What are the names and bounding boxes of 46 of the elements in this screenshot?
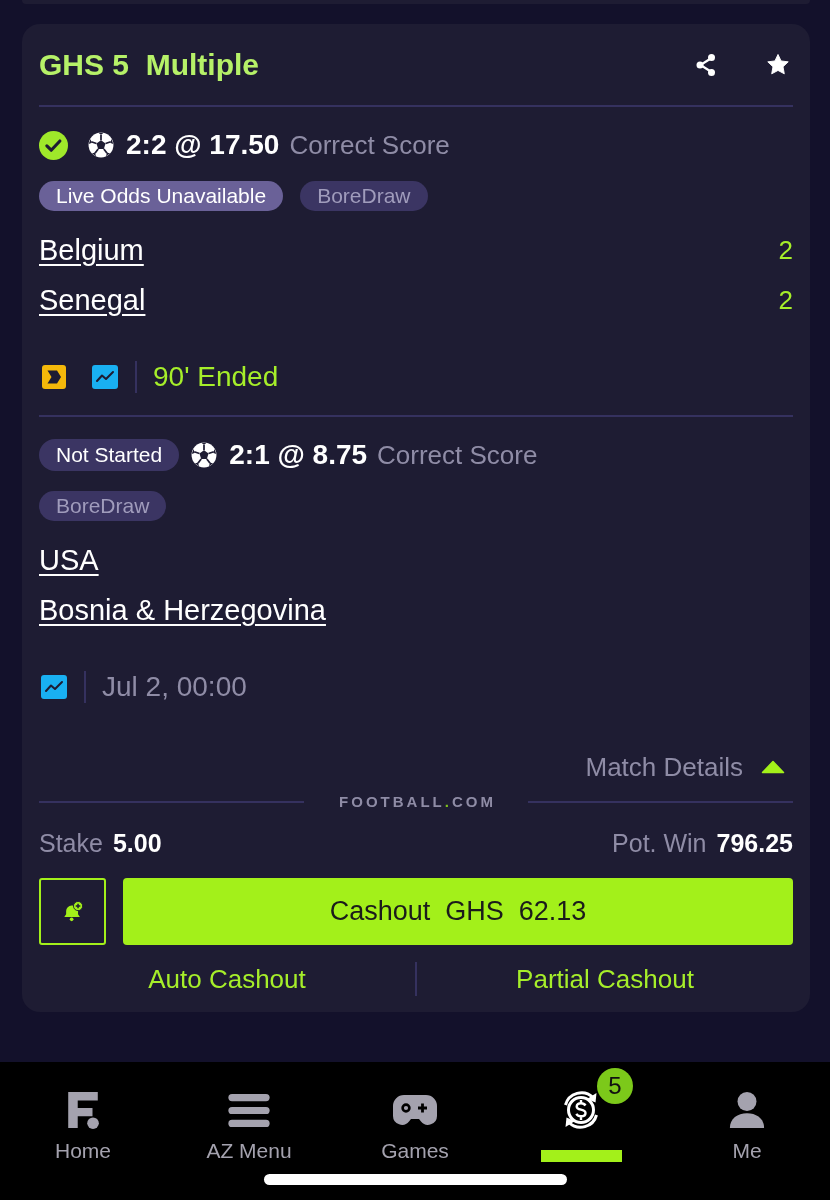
count-badge: 5 [597, 1068, 633, 1104]
team-link[interactable]: Senegal [39, 283, 146, 317]
f-logo-icon [67, 1091, 99, 1129]
share-icon[interactable] [694, 52, 718, 77]
nav-tab[interactable]: 5 [498, 1062, 664, 1174]
line-chart-icon[interactable] [92, 365, 118, 389]
stake-value: 5.00 [112, 828, 162, 858]
nav-tab[interactable]: AZ Menu [166, 1062, 332, 1174]
alert-button[interactable] [39, 878, 106, 945]
caret-icon[interactable] [761, 760, 785, 774]
nav-tab[interactable]: Home [0, 1062, 166, 1174]
nav-tab[interactable]: Me [664, 1062, 830, 1174]
menu-icon [228, 1093, 270, 1127]
team-score: 2 [778, 234, 793, 266]
match-details-link[interactable]: Match Details [585, 751, 743, 783]
match-time: Jul 2, 00:00 [102, 671, 247, 703]
market-label: Correct Score [289, 129, 450, 161]
soccer-ball-icon [191, 442, 218, 468]
nav-tab[interactable]: Games [332, 1062, 498, 1174]
team-link[interactable]: Bosnia & Herzegovina [39, 593, 326, 627]
person-icon [728, 1091, 766, 1129]
status-badge: Not Started [39, 439, 180, 471]
team-score: 2 [778, 284, 793, 316]
pot-win-value: 796.25 [716, 828, 793, 858]
soccer-ball-icon [88, 132, 114, 158]
cashout-link[interactable]: Auto Cashout [148, 963, 306, 995]
check-icon [39, 130, 68, 160]
brand-logo: FOOTBALL.COM [339, 794, 496, 810]
stake-label: Stake [39, 828, 103, 858]
pot-win-label: Pot. Win [612, 828, 707, 858]
tag: BoreDraw [39, 491, 167, 521]
tag: Live Odds Unavailable [39, 181, 284, 211]
match-time: 90' Ended [153, 361, 279, 393]
team-link[interactable]: USA [39, 543, 99, 577]
star-icon[interactable] [767, 54, 789, 75]
bet-title: GHS 5 Multiple [39, 47, 260, 82]
market-label: Correct Score [377, 439, 538, 471]
line-chart-icon[interactable] [41, 675, 67, 699]
cashout-link[interactable]: Partial Cashout [516, 963, 694, 995]
pick-odds: 2:2 @ 17.50 [126, 129, 280, 161]
gamepad-icon [392, 1094, 438, 1126]
tag: BoreDraw [300, 181, 428, 211]
chevron-tile-icon[interactable] [41, 365, 67, 389]
cashout-button[interactable]: Cashout GHS 62.13 [123, 878, 793, 945]
team-link[interactable]: Belgium [39, 233, 144, 267]
pick-odds: 2:1 @ 8.75 [229, 439, 368, 471]
